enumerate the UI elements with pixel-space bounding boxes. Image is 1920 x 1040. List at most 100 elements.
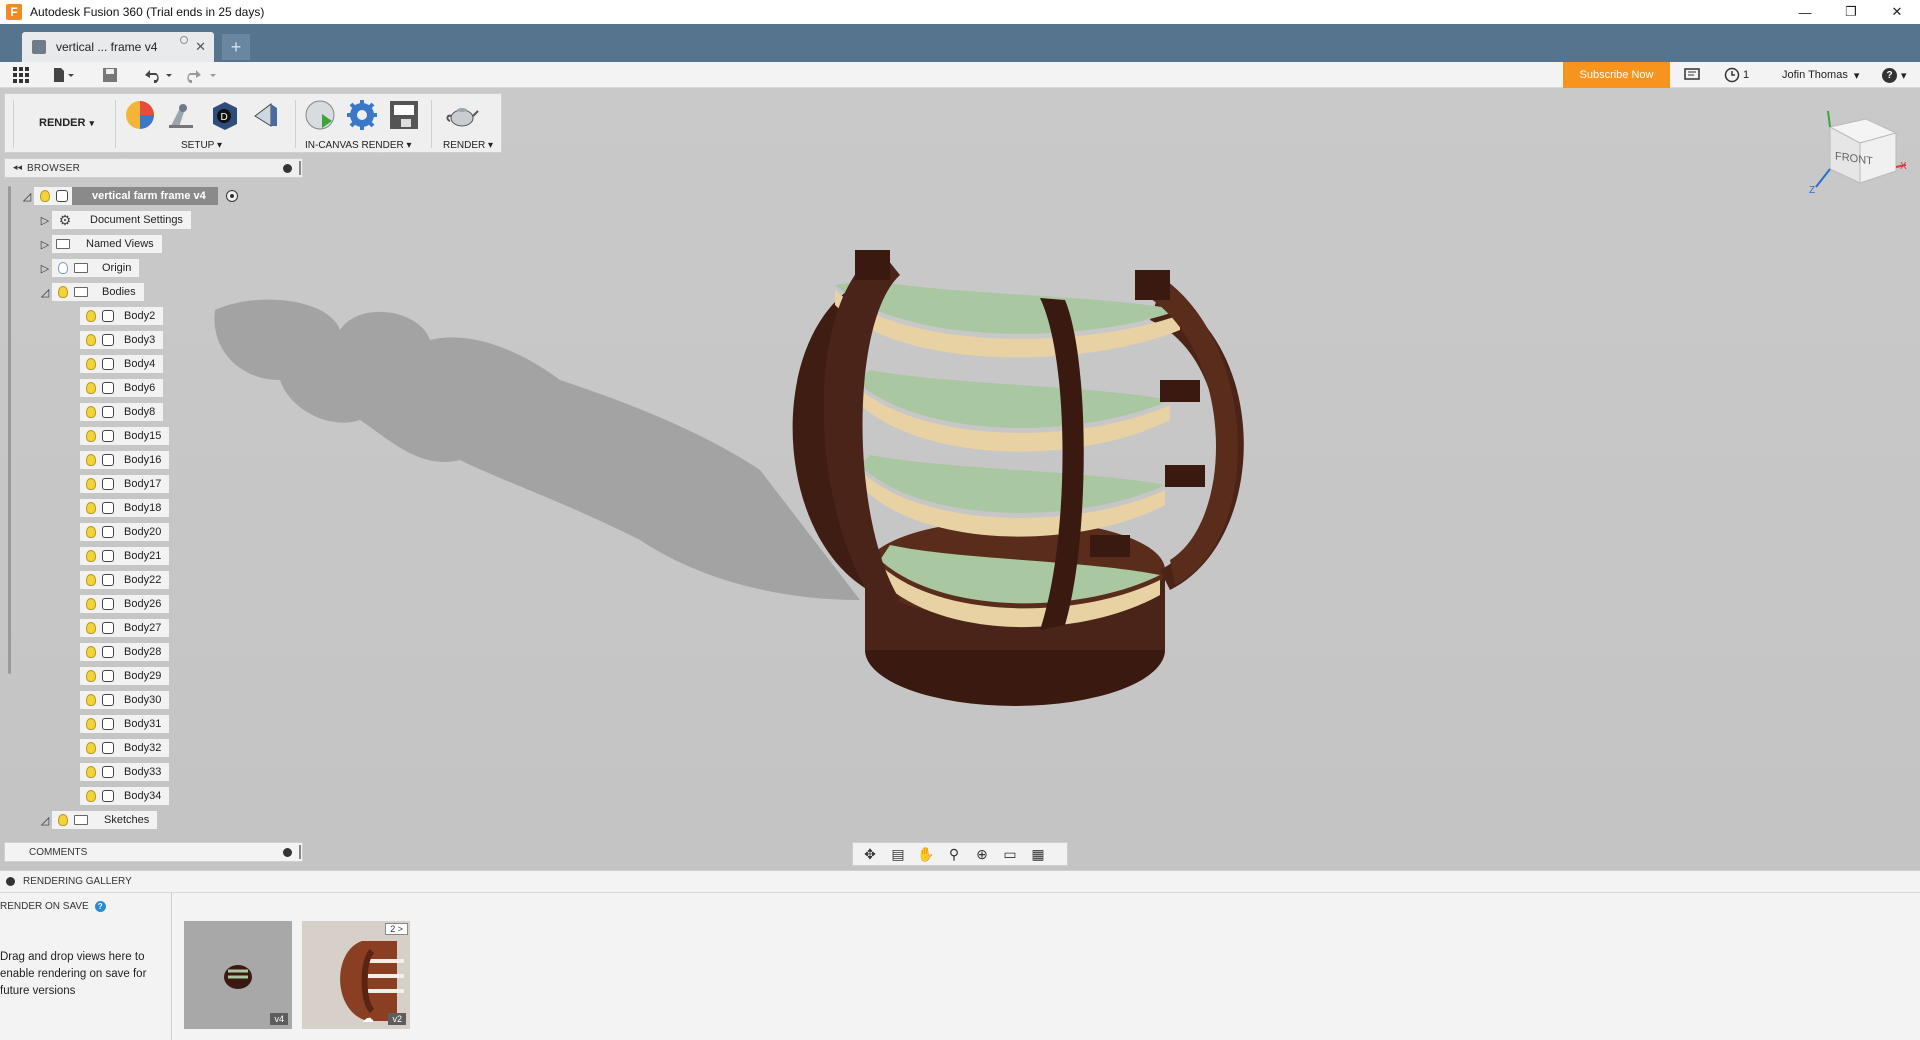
- help-icon[interactable]: ?: [94, 901, 106, 912]
- visibility-bulb-icon[interactable]: [86, 382, 96, 394]
- grid-settings-icon[interactable]: ▦: [1027, 845, 1049, 863]
- visibility-bulb-icon[interactable]: [86, 430, 96, 442]
- tree-root[interactable]: ◿ vertical farm frame v4: [20, 186, 238, 206]
- tree-item-body[interactable]: Body30: [80, 690, 170, 710]
- tree-item-body[interactable]: Body27: [80, 618, 170, 638]
- render-settings-icon[interactable]: [345, 98, 379, 132]
- visibility-bulb-icon[interactable]: [58, 262, 68, 274]
- tree-item-sketches[interactable]: ◿ Sketches: [38, 810, 158, 830]
- tree-item-body[interactable]: Body33: [80, 762, 170, 782]
- in-canvas-render-icon[interactable]: [303, 98, 337, 132]
- capture-image-icon[interactable]: [387, 98, 421, 132]
- tree-item-body[interactable]: Body31: [80, 714, 170, 734]
- visibility-bulb-icon[interactable]: [86, 478, 96, 490]
- rendering-gallery-header[interactable]: RENDERING GALLERY: [0, 871, 1920, 893]
- scene-settings-icon[interactable]: [165, 98, 199, 132]
- comments-panel-header[interactable]: COMMENTS: [4, 842, 303, 862]
- activate-component-icon[interactable]: [225, 190, 238, 202]
- visibility-bulb-icon[interactable]: [86, 646, 96, 658]
- collapse-triangle-icon[interactable]: ◿: [38, 813, 52, 827]
- tree-item-body[interactable]: Body26: [80, 594, 170, 614]
- visibility-bulb-icon[interactable]: [86, 766, 96, 778]
- workspace-switcher[interactable]: RENDER ▾: [17, 112, 117, 134]
- expand-triangle-icon[interactable]: ▷: [38, 213, 52, 227]
- visibility-bulb-icon[interactable]: [86, 574, 96, 586]
- close-tab-icon[interactable]: ✕: [195, 39, 206, 55]
- visibility-bulb-icon[interactable]: [86, 406, 96, 418]
- add-comment-icon[interactable]: [283, 848, 292, 857]
- expand-triangle-icon[interactable]: ▷: [38, 237, 52, 251]
- appearance-icon[interactable]: [123, 98, 157, 132]
- browser-panel-header[interactable]: ◂◂ BROWSER: [4, 158, 303, 178]
- new-tab-button[interactable]: +: [222, 34, 250, 60]
- setup-menu[interactable]: SETUP ▾: [181, 140, 222, 151]
- tree-item-body[interactable]: Body3: [80, 330, 164, 350]
- collapse-triangle-icon[interactable]: ◿: [38, 285, 52, 299]
- tree-item-body[interactable]: Body29: [80, 666, 170, 686]
- display-settings-icon[interactable]: ▭: [999, 845, 1021, 863]
- visibility-bulb-icon[interactable]: [86, 502, 96, 514]
- job-status-icon[interactable]: 1: [1724, 66, 1749, 84]
- visibility-bulb-icon[interactable]: [86, 790, 96, 802]
- tree-item-body[interactable]: Body8: [80, 402, 164, 422]
- visibility-bulb-icon[interactable]: [58, 814, 68, 826]
- tree-item-body[interactable]: Body17: [80, 474, 170, 494]
- tree-item-body[interactable]: Body16: [80, 450, 170, 470]
- orbit-icon[interactable]: ✥: [859, 845, 881, 863]
- collapse-panel-icon[interactable]: ◂◂: [13, 162, 22, 173]
- visibility-bulb-icon[interactable]: [86, 454, 96, 466]
- tree-item-body[interactable]: Body20: [80, 522, 170, 542]
- visibility-bulb-icon[interactable]: [86, 742, 96, 754]
- render-count-badge[interactable]: 2 >: [385, 923, 408, 935]
- subscribe-now-button[interactable]: Subscribe Now: [1563, 62, 1670, 88]
- notifications-icon[interactable]: [1684, 66, 1700, 84]
- pin-panel-icon[interactable]: [299, 845, 301, 859]
- document-tab[interactable]: vertical ... frame v4 ✕: [22, 32, 214, 62]
- visibility-bulb-icon[interactable]: [86, 310, 96, 322]
- render-thumbnail-v4[interactable]: v4: [184, 921, 292, 1029]
- visibility-bulb-icon[interactable]: [86, 358, 96, 370]
- visibility-bulb-icon[interactable]: [86, 550, 96, 562]
- visibility-bulb-icon[interactable]: [86, 598, 96, 610]
- decal-icon[interactable]: D: [207, 98, 241, 132]
- render-thumbnail-v2[interactable]: 2 > ☁ v2: [302, 921, 410, 1029]
- maximize-button[interactable]: ❐: [1828, 0, 1874, 24]
- pin-panel-icon[interactable]: [299, 161, 301, 175]
- tree-item-body[interactable]: Body6: [80, 378, 164, 398]
- pan-icon[interactable]: ✋: [915, 845, 937, 863]
- viewcube[interactable]: FRONT X Z: [1808, 105, 1908, 205]
- tree-item-body[interactable]: Body18: [80, 498, 170, 518]
- data-panel-grid-icon[interactable]: [12, 66, 30, 84]
- visibility-bulb-icon[interactable]: [40, 190, 50, 202]
- render-menu[interactable]: RENDER ▾: [443, 140, 493, 151]
- look-at-icon[interactable]: ▤: [887, 845, 909, 863]
- visibility-bulb-icon[interactable]: [86, 526, 96, 538]
- expand-triangle-icon[interactable]: ▷: [38, 261, 52, 275]
- tree-item-body[interactable]: Body28: [80, 642, 170, 662]
- collapse-gallery-icon[interactable]: [6, 877, 15, 886]
- save-icon[interactable]: [102, 66, 118, 84]
- visibility-bulb-icon[interactable]: [86, 670, 96, 682]
- in-canvas-render-menu[interactable]: IN-CANVAS RENDER ▾: [305, 140, 412, 151]
- tree-item-named-views[interactable]: ▷ Named Views: [38, 234, 162, 254]
- tree-item-body[interactable]: Body15: [80, 426, 170, 446]
- visibility-bulb-icon[interactable]: [86, 334, 96, 346]
- close-window-button[interactable]: ✕: [1874, 0, 1920, 24]
- help-menu[interactable]: ? ▾: [1882, 66, 1907, 84]
- fit-window-icon[interactable]: ⊕: [971, 845, 993, 863]
- tree-item-body[interactable]: Body34: [80, 786, 170, 806]
- texture-map-icon[interactable]: [249, 98, 283, 132]
- tree-item-origin[interactable]: ▷ Origin: [38, 258, 140, 278]
- tree-item-body[interactable]: Body32: [80, 738, 170, 758]
- tree-item-body[interactable]: Body22: [80, 570, 170, 590]
- file-menu-icon[interactable]: [52, 66, 74, 84]
- user-account-menu[interactable]: Jofin Thomas ▾: [1782, 66, 1859, 84]
- tree-item-body[interactable]: Body21: [80, 546, 170, 566]
- tree-item-body[interactable]: Body4: [80, 354, 164, 374]
- visibility-bulb-icon[interactable]: [86, 622, 96, 634]
- visibility-bulb-icon[interactable]: [58, 286, 68, 298]
- collapse-triangle-icon[interactable]: ◿: [20, 189, 34, 203]
- tree-item-document-settings[interactable]: ▷ ⚙ Document Settings: [38, 210, 191, 230]
- visibility-bulb-icon[interactable]: [86, 694, 96, 706]
- redo-icon[interactable]: [186, 66, 218, 84]
